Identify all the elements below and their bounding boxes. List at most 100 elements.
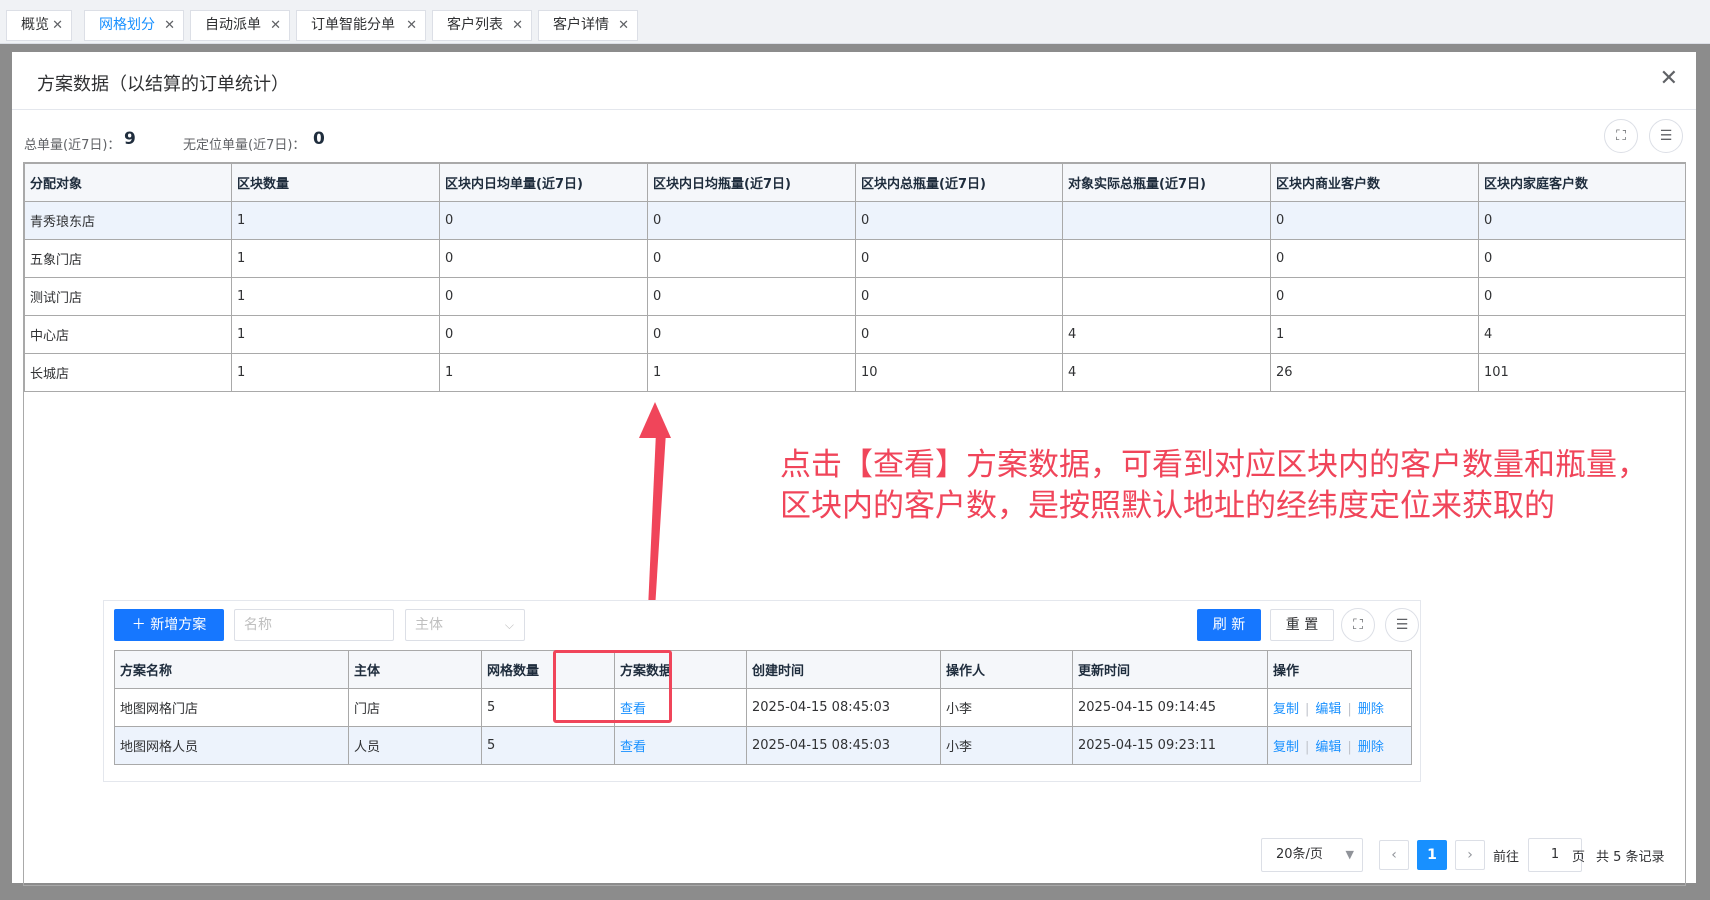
cell: 0	[1270, 239, 1479, 278]
cell: 0	[647, 277, 856, 316]
goto-label: 前往	[1493, 850, 1520, 865]
edit-link[interactable]: 编辑	[1315, 740, 1341, 755]
delete-link[interactable]: 删除	[1358, 702, 1384, 717]
close-icon[interactable]: ✕	[1660, 66, 1678, 91]
prev-page-button[interactable]: ‹	[1379, 840, 1409, 870]
column-header: 分配对象	[24, 163, 232, 202]
table-row[interactable]: 长城店 1 1 1 10 4 26 101	[24, 353, 1686, 392]
cell: 4	[1478, 315, 1686, 354]
cell: 2025-04-15 08:45:03	[746, 726, 941, 765]
cell: 中心店	[24, 315, 232, 354]
column-settings-button[interactable]: ☰	[1385, 608, 1419, 642]
dialog-title: 方案数据（以结算的订单统计）	[37, 74, 289, 95]
cell: 0	[1478, 201, 1686, 240]
column-header: 操作人	[940, 650, 1073, 689]
column-header: 方案名称	[114, 650, 349, 689]
cell	[1062, 239, 1271, 278]
cell: 查看	[614, 726, 747, 765]
column-header: 对象实际总瓶量(近7日)	[1062, 163, 1271, 202]
table-row[interactable]: 地图网格门店 门店 5 查看 2025-04-15 08:45:03 小李 20…	[114, 688, 1412, 727]
table-row[interactable]: 中心店 1 0 0 0 4 1 4	[24, 315, 1686, 354]
copy-link[interactable]: 复制	[1273, 740, 1299, 755]
cell	[1062, 277, 1271, 316]
cell: 小李	[940, 688, 1073, 727]
reset-button[interactable]: 重 置	[1270, 609, 1334, 641]
cell: 复制 | 编辑 | 删除	[1267, 688, 1412, 727]
close-icon[interactable]: ✕	[618, 11, 629, 40]
tab-customer-list[interactable]: 客户列表 ✕	[432, 10, 532, 41]
column-settings-button[interactable]: ☰	[1649, 119, 1683, 153]
add-scheme-button[interactable]: ＋ 新增方案	[114, 609, 224, 641]
cell	[1062, 201, 1271, 240]
total-orders-value: 9	[124, 129, 136, 149]
tab-bar: 概览 ✕ 网格划分 ✕ 自动派单 ✕ 订单智能分单 ✕ 客户列表 ✕ 客户详情 ✕	[0, 0, 1710, 44]
tab-grid-division[interactable]: 网格划分 ✕	[84, 10, 184, 41]
view-link[interactable]: 查看	[620, 740, 646, 755]
cell: 0	[647, 201, 856, 240]
unlocated-orders-value: 0	[313, 129, 325, 149]
copy-link[interactable]: 复制	[1273, 702, 1299, 717]
list-icon: ☰	[1395, 617, 1409, 633]
caret-down-icon: ▼	[1345, 848, 1354, 861]
column-header: 区块数量	[231, 163, 440, 202]
subject-placeholder: 主体	[415, 617, 443, 633]
column-header: 创建时间	[746, 650, 941, 689]
next-page-button[interactable]: ›	[1455, 840, 1485, 870]
divider: |	[1305, 702, 1310, 717]
cell: 0	[1270, 201, 1479, 240]
tab-label: 概览	[21, 17, 49, 33]
cell: 地图网格人员	[114, 726, 349, 765]
refresh-button[interactable]: 刷 新	[1197, 609, 1261, 641]
close-icon[interactable]: ✕	[512, 11, 523, 40]
scheme-table: 方案名称 主体 网格数量 方案数据 创建时间 操作人 更新时间 操作 地图网格门…	[114, 650, 1412, 765]
cell: 0	[855, 315, 1063, 354]
delete-link[interactable]: 删除	[1358, 740, 1384, 755]
table-row[interactable]: 五象门店 1 0 0 0 0 0	[24, 239, 1686, 278]
tab-customer-detail[interactable]: 客户详情 ✕	[538, 10, 638, 41]
chevron-right-icon: ›	[1467, 847, 1473, 863]
tab-smart-order-split[interactable]: 订单智能分单 ✕	[296, 10, 426, 41]
divider: |	[1305, 740, 1310, 755]
table-row[interactable]: 地图网格人员 人员 5 查看 2025-04-15 08:45:03 小李 20…	[114, 726, 1412, 765]
cell: 2025-04-15 09:14:45	[1072, 688, 1268, 727]
close-icon[interactable]: ✕	[270, 11, 281, 40]
tab-label: 客户列表	[447, 17, 503, 33]
cell: 1	[1270, 315, 1479, 354]
page-number-button[interactable]: 1	[1417, 840, 1447, 870]
table-row[interactable]: 测试门店 1 0 0 0 0 0	[24, 277, 1686, 316]
table-row[interactable]: 青秀琅东店 1 0 0 0 0 0	[24, 201, 1686, 240]
cell: 1	[231, 353, 440, 392]
cell: 长城店	[24, 353, 232, 392]
cell: 门店	[348, 688, 482, 727]
cell: 复制 | 编辑 | 删除	[1267, 726, 1412, 765]
column-header: 区块内日均单量(近7日)	[439, 163, 648, 202]
fullscreen-icon: ⛶	[1353, 617, 1363, 633]
page-size-select[interactable]: 20条/页 ▼	[1261, 838, 1363, 872]
name-search-input[interactable]: 名称	[234, 609, 394, 641]
cell: 4	[1062, 315, 1271, 354]
cell: 0	[439, 239, 648, 278]
divider	[12, 109, 1696, 110]
close-icon[interactable]: ✕	[406, 11, 417, 40]
column-header: 区块内商业客户数	[1270, 163, 1479, 202]
cell: 人员	[348, 726, 482, 765]
fullscreen-button[interactable]: ⛶	[1341, 608, 1375, 642]
close-icon[interactable]: ✕	[164, 11, 175, 40]
cell: 1	[231, 315, 440, 354]
unlocated-orders-label: 无定位单量(近7日)：	[183, 138, 306, 153]
fullscreen-button[interactable]: ⛶	[1604, 119, 1638, 153]
subject-select[interactable]: 主体 ⌵	[405, 609, 525, 641]
page-size-value: 20条/页	[1276, 847, 1323, 862]
tab-auto-dispatch[interactable]: 自动派单 ✕	[190, 10, 290, 41]
column-header: 区块内日均瓶量(近7日)	[647, 163, 856, 202]
scheme-data-table: 分配对象 区块数量 区块内日均单量(近7日) 区块内日均瓶量(近7日) 区块内总…	[24, 163, 1686, 392]
scheme-list-panel: ＋ 新增方案 名称 主体 ⌵ 刷 新 重 置 ⛶ ☰ 方案名称 主体 网格数量 …	[103, 600, 1421, 782]
column-header: 主体	[348, 650, 482, 689]
close-icon[interactable]: ✕	[52, 11, 63, 40]
divider: |	[1347, 740, 1352, 755]
tab-label: 网格划分	[99, 17, 155, 33]
tab-overview[interactable]: 概览 ✕	[6, 10, 72, 41]
table-header-row: 方案名称 主体 网格数量 方案数据 创建时间 操作人 更新时间 操作	[114, 650, 1412, 689]
cell: 10	[855, 353, 1063, 392]
edit-link[interactable]: 编辑	[1315, 702, 1341, 717]
